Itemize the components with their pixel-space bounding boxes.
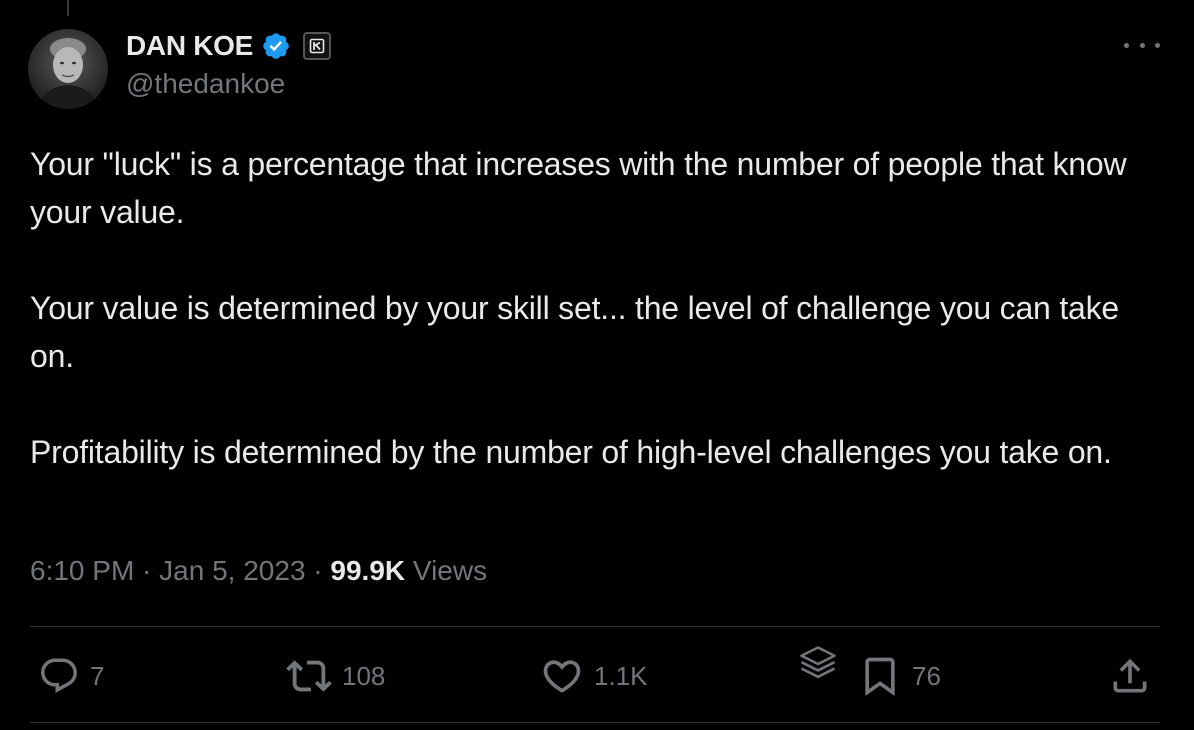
grok-icon — [800, 646, 836, 679]
affiliate-badge-icon[interactable] — [303, 32, 332, 60]
like-button[interactable]: 1.1K — [540, 650, 648, 702]
more-icon-dot — [1124, 42, 1129, 48]
repost-icon — [286, 660, 332, 692]
more-icon-dot — [1155, 42, 1160, 48]
repost-count: 108 — [342, 660, 386, 691]
avatar-image — [28, 29, 108, 109]
views-label: Views — [405, 555, 488, 586]
more-options-button[interactable] — [1124, 36, 1160, 54]
author-display-name[interactable]: DAN KOE — [126, 30, 253, 62]
repost-button[interactable]: 108 — [286, 650, 385, 702]
tweet-paragraph: Your value is determined by your skill s… — [30, 290, 1120, 374]
divider-top — [30, 626, 1160, 627]
reply-icon — [41, 658, 77, 693]
bookmark-button[interactable]: 76 — [858, 650, 941, 702]
divider-bottom — [30, 722, 1160, 723]
reply-count: 7 — [90, 660, 105, 691]
share-button[interactable] — [1108, 650, 1152, 702]
thread-connector-line — [67, 0, 69, 16]
author-handle[interactable]: @thedankoe — [126, 68, 285, 100]
grok-button[interactable] — [796, 638, 840, 690]
tweet-paragraph: Profitability is determined by the numbe… — [30, 434, 1112, 470]
tweet-time[interactable]: 6:10 PM — [30, 555, 134, 587]
share-icon — [1113, 658, 1147, 693]
tweet-date[interactable]: Jan 5, 2023 — [159, 555, 305, 587]
meta-separator: · — [134, 555, 160, 586]
tweet-meta: 6:10 PM · Jan 5, 2023 · 99.9K Views — [30, 555, 487, 587]
views-count: 99.9K — [330, 555, 406, 586]
tweet-paragraph: Your "luck" is a percentage that increas… — [30, 146, 1127, 230]
more-icon-dot — [1139, 42, 1145, 48]
bookmark-count: 76 — [912, 660, 941, 691]
meta-separator: · — [305, 555, 331, 586]
reply-button[interactable]: 7 — [38, 650, 104, 702]
heart-icon — [543, 660, 581, 693]
author-row: DAN KOE — [126, 28, 332, 64]
verified-badge-icon[interactable] — [261, 31, 291, 61]
tweet-body: Your "luck" is a percentage that increas… — [30, 140, 1170, 524]
like-count: 1.1K — [594, 660, 648, 691]
bookmark-icon — [865, 657, 895, 697]
avatar[interactable] — [28, 29, 108, 109]
